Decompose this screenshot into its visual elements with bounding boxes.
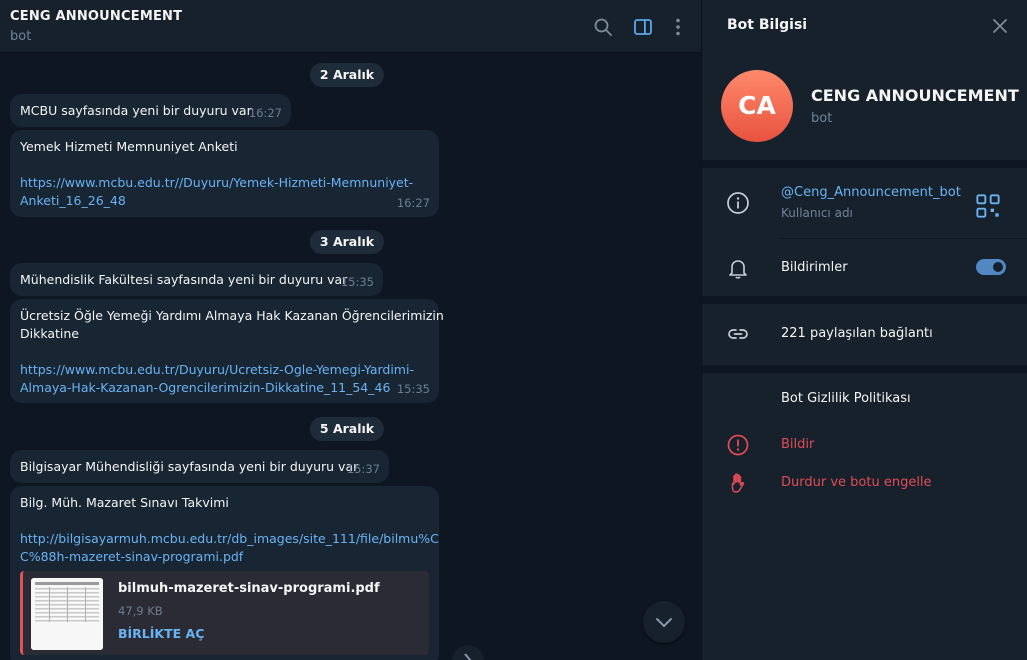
- message-title: Bilg. Müh. Mazaret Sınavı Takvimi: [20, 495, 229, 510]
- bot-type: bot: [811, 111, 833, 126]
- notifications-label: Bildirimler: [781, 260, 848, 275]
- notifications-toggle[interactable]: [976, 259, 1006, 275]
- block-bot-button[interactable]: Durdur ve botu engelle: [781, 475, 932, 490]
- chat-status: bot: [10, 29, 32, 44]
- message-bubble[interactable]: Mühendislik Fakültesi sayfasında yeni bi…: [10, 263, 383, 296]
- message-time: 15:35: [340, 275, 374, 289]
- scroll-down-button[interactable]: [643, 601, 685, 643]
- bell-icon: [726, 256, 750, 280]
- section-separator: [702, 160, 1027, 168]
- message-title: Ücretsiz Öğle Yemeği Yardımı Almaya Hak …: [20, 308, 444, 323]
- avatar[interactable]: CA: [721, 70, 793, 142]
- more-vertical-icon: [676, 18, 680, 36]
- message-text: Bilgisayar Mühendisliği sayfasında yeni …: [20, 459, 359, 474]
- chevron-down-icon: [656, 618, 672, 627]
- share-button[interactable]: [452, 645, 484, 660]
- message-link[interactable]: http://bilgisayarmuh.mcbu.edu.tr/db_imag…: [20, 531, 439, 546]
- info-icon: [726, 191, 750, 215]
- report-icon: [726, 433, 750, 457]
- file-attachment[interactable]: bilmuh-mazeret-sinav-programi.pdf 47,9 K…: [20, 571, 429, 655]
- more-button[interactable]: [667, 16, 689, 38]
- chat-area: 2 Aralık MCBU sayfasında yeni bir duyuru…: [0, 0, 701, 660]
- message-link[interactable]: C%88h-mazeret-sinav-programi.pdf: [20, 549, 243, 564]
- message-time: 16:27: [248, 106, 282, 120]
- section-separator: [702, 296, 1027, 304]
- message-time: 16:27: [396, 196, 430, 210]
- message-link[interactable]: Almaya-Hak-Kazanan-Ogrencilerimizin-Dikk…: [20, 380, 390, 395]
- message-bubble[interactable]: Ücretsiz Öğle Yemeği Yardımı Almaya Hak …: [10, 299, 444, 403]
- panel-title: Bot Bilgisi: [727, 17, 808, 33]
- date-separator: 5 Aralık: [309, 417, 385, 441]
- search-icon: [594, 18, 612, 36]
- message-text: Mühendislik Fakültesi sayfasında yeni bi…: [20, 272, 348, 287]
- link-icon: [726, 322, 750, 346]
- row-divider: [781, 238, 1027, 239]
- message-time: 15:35: [396, 382, 430, 396]
- message-bubble[interactable]: Bilgisayar Mühendisliği sayfasında yeni …: [10, 450, 389, 483]
- message-title: Dikkatine: [20, 326, 80, 341]
- forward-icon: [464, 653, 472, 660]
- report-button[interactable]: Bildir: [781, 437, 814, 452]
- shared-links-item[interactable]: 221 paylaşılan bağlantı: [781, 326, 933, 341]
- sidebar-toggle-icon: [634, 19, 652, 35]
- bot-info-panel: Bot Bilgisi CA CENG ANNOUNCEMENT bot @Ce…: [701, 0, 1027, 660]
- file-size: 47,9 KB: [118, 604, 163, 618]
- close-icon: [993, 19, 1007, 33]
- hand-stop-icon: [726, 471, 750, 495]
- message-text: MCBU sayfasında yeni bir duyuru var: [20, 103, 252, 118]
- privacy-policy-link[interactable]: Bot Gizlilik Politikası: [781, 391, 911, 406]
- pdf-thumbnail[interactable]: [31, 578, 103, 650]
- date-separator: 2 Aralık: [309, 63, 385, 87]
- close-button[interactable]: [991, 17, 1009, 35]
- chat-header[interactable]: CENG ANNOUNCEMENT bot: [0, 0, 701, 53]
- sidebar-toggle-button[interactable]: [632, 16, 654, 38]
- message-title: Yemek Hizmeti Memnuniyet Anketi: [20, 139, 238, 154]
- message-bubble[interactable]: Bilg. Müh. Mazaret Sınavı Takvimi http:/…: [10, 486, 439, 660]
- date-separator: 3 Aralık: [309, 230, 385, 254]
- message-bubble[interactable]: Yemek Hizmeti Memnuniyet Anketi https://…: [10, 130, 439, 217]
- message-time: 15:37: [346, 462, 380, 476]
- message-link[interactable]: Anketi_16_26_48: [20, 193, 126, 208]
- section-separator: [702, 365, 1027, 373]
- document-preview-icon: [31, 578, 103, 650]
- message-link[interactable]: https://www.mcbu.edu.tr//Duyuru/Yemek-Hi…: [20, 175, 413, 190]
- message-link[interactable]: https://www.mcbu.edu.tr/Duyuru/Ucretsiz-…: [20, 362, 414, 377]
- chat-title[interactable]: CENG ANNOUNCEMENT: [10, 9, 182, 24]
- open-with-button[interactable]: BİRLİKTE AÇ: [118, 626, 204, 641]
- bot-name: CENG ANNOUNCEMENT: [811, 86, 1019, 105]
- username-link[interactable]: @Ceng_Announcement_bot: [781, 185, 961, 200]
- search-button[interactable]: [592, 16, 614, 38]
- message-bubble[interactable]: MCBU sayfasında yeni bir duyuru var 16:2…: [10, 94, 291, 127]
- qr-code-icon: [976, 194, 1000, 218]
- file-name: bilmuh-mazeret-sinav-programi.pdf: [118, 581, 380, 596]
- qr-code-button[interactable]: [976, 194, 1000, 218]
- username-label: Kullanıcı adı: [781, 206, 853, 220]
